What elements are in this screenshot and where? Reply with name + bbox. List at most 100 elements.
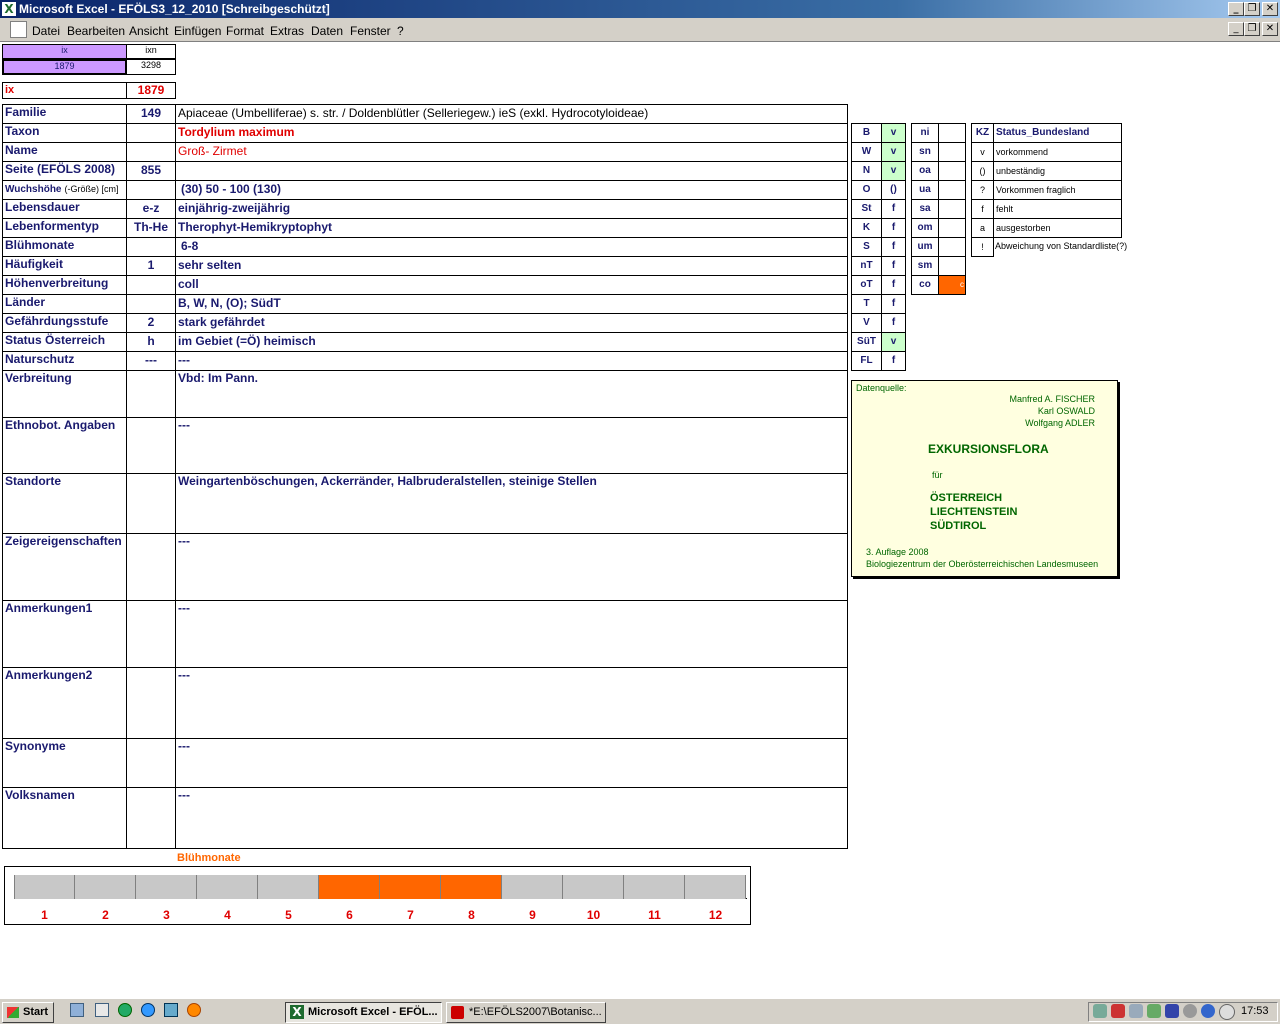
hoehenstufe-value-4[interactable] [938,199,966,219]
field-code-h-ufigkeit[interactable]: 1 [126,256,176,276]
bundesland-status-7[interactable]: f [881,256,906,276]
menu-help[interactable]: ? [397,24,404,38]
field-value-gef-hrdungsstufe[interactable]: stark gefährdet [175,313,848,333]
bundesland-code-9[interactable]: T [851,294,882,314]
menu-ansicht[interactable]: Ansicht [129,24,168,38]
hoehenstufe-code-8[interactable]: co [911,275,939,295]
bundesland-code-0[interactable]: B [851,123,882,143]
bundesland-status-9[interactable]: f [881,294,906,314]
hoehenstufe-code-1[interactable]: sn [911,142,939,162]
bundesland-code-5[interactable]: K [851,218,882,238]
field-value-lebenformentyp[interactable]: Therophyt-Hemikryptophyt [175,218,848,238]
ix-row-value[interactable]: 1879 [126,82,176,99]
wb-restore-button[interactable]: ❐ [1244,22,1260,36]
clock[interactable]: 17:53 [1241,1005,1269,1017]
hoehenstufe-code-3[interactable]: ua [911,180,939,200]
menu-fenster[interactable]: Fenster [350,24,391,38]
ixn-header[interactable]: ixn [126,44,176,59]
field-code-lebenformentyp[interactable]: Th-He [126,218,176,238]
field-value-l-nder[interactable]: B, W, N, (O); SüdT [175,294,848,314]
field-code-naturschutz[interactable]: --- [126,351,176,371]
menu-extras[interactable]: Extras [270,24,304,38]
field-value-anmerkungen1[interactable]: --- [175,600,848,668]
bundesland-status-12[interactable]: f [881,351,906,371]
hoehenstufe-value-5[interactable] [938,218,966,238]
field-value-naturschutz[interactable]: --- [175,351,848,371]
field-value-familie[interactable]: Apiaceae (Umbelliferae) s. str. / Dolden… [175,104,848,124]
field-value-synonyme[interactable]: --- [175,738,848,788]
bundesland-status-11[interactable]: v [881,332,906,352]
menu-datei[interactable]: Datei [32,24,60,38]
hoehenstufe-code-2[interactable]: oa [911,161,939,181]
network-icon[interactable] [1093,1004,1107,1018]
field-code-name[interactable] [126,142,176,162]
hoehenstufe-code-5[interactable]: om [911,218,939,238]
field-code-zeigereigenschaften[interactable] [126,533,176,601]
hoehenstufe-value-1[interactable] [938,142,966,162]
outlook-icon[interactable] [164,1003,178,1017]
bundesland-code-7[interactable]: nT [851,256,882,276]
field-value-volksnamen[interactable]: --- [175,787,848,849]
wb-close-button[interactable]: ✕ [1262,22,1278,36]
clock-icon[interactable] [1219,1004,1235,1020]
field-code-standorte[interactable] [126,473,176,534]
bundesland-code-3[interactable]: O [851,180,882,200]
field-value-bl-hmonate[interactable]: 6-8 [175,237,848,257]
wb-minimize-button[interactable]: _ [1228,22,1244,36]
field-value-verbreitung[interactable]: Vbd: Im Pann. [175,370,848,418]
bundesland-code-2[interactable]: N [851,161,882,181]
field-value-taxon[interactable]: Tordylium maximum [175,123,848,143]
bundesland-code-10[interactable]: V [851,313,882,333]
firefox-icon[interactable] [187,1003,201,1017]
menu-format[interactable]: Format [226,24,264,38]
field-value-seite-ef-ls-2008[interactable] [175,161,848,181]
hoehenstufe-value-2[interactable] [938,161,966,181]
field-code-synonyme[interactable] [126,738,176,788]
field-code-anmerkungen2[interactable] [126,667,176,739]
field-code-familie[interactable]: 149 [126,104,176,124]
bundesland-code-4[interactable]: St [851,199,882,219]
tray-icon-4[interactable] [1147,1004,1161,1018]
field-value-lebensdauer[interactable]: einjährig-zweijährig [175,199,848,219]
menu-daten[interactable]: Daten [311,24,343,38]
info-icon[interactable] [1201,1004,1215,1018]
bundesland-status-1[interactable]: v [881,142,906,162]
task-document[interactable]: *E:\EFÖLS2007\Botanisc... [446,1002,606,1023]
bundesland-status-0[interactable]: v [881,123,906,143]
bundesland-status-4[interactable]: f [881,199,906,219]
bundesland-status-5[interactable]: f [881,218,906,238]
ixn-value-cell[interactable]: 3298 [126,59,176,75]
close-button[interactable]: ✕ [1262,2,1278,16]
workbook-icon[interactable] [10,21,27,38]
bundesland-status-2[interactable]: v [881,161,906,181]
ie-icon[interactable] [141,1003,155,1017]
field-value-ethnobot-angaben[interactable]: --- [175,417,848,474]
field-code-l-nder[interactable] [126,294,176,314]
field-value-status-sterreich[interactable]: im Gebiet (=Ö) heimisch [175,332,848,352]
bundesland-status-3[interactable]: () [881,180,906,200]
field-code-status-sterreich[interactable]: h [126,332,176,352]
hoehenstufe-value-8[interactable]: c [938,275,966,295]
excel-icon[interactable]: X [2,2,16,16]
hoehenstufe-code-0[interactable]: ni [911,123,939,143]
tray-icon-6[interactable] [1183,1004,1197,1018]
field-code-wuchsh-he[interactable] [126,180,176,200]
field-value-h-ufigkeit[interactable]: sehr selten [175,256,848,276]
hoehenstufe-code-7[interactable]: sm [911,256,939,276]
restore-button[interactable]: ❐ [1244,2,1260,16]
quicklaunch-icon-1[interactable] [70,1003,84,1017]
field-value-zeigereigenschaften[interactable]: --- [175,533,848,601]
start-button[interactable]: Start [2,1002,54,1023]
bundesland-status-8[interactable]: f [881,275,906,295]
bundesland-status-6[interactable]: f [881,237,906,257]
hoehenstufe-value-7[interactable] [938,256,966,276]
field-code-lebensdauer[interactable]: e-z [126,199,176,219]
field-code-h-henverbreitung[interactable] [126,275,176,295]
field-code-bl-hmonate[interactable] [126,237,176,257]
bundesland-code-12[interactable]: FL [851,351,882,371]
field-value-h-henverbreitung[interactable]: coll [175,275,848,295]
hoehenstufe-code-4[interactable]: sa [911,199,939,219]
hoehenstufe-value-6[interactable] [938,237,966,257]
bundesland-status-10[interactable]: f [881,313,906,333]
field-code-ethnobot-angaben[interactable] [126,417,176,474]
